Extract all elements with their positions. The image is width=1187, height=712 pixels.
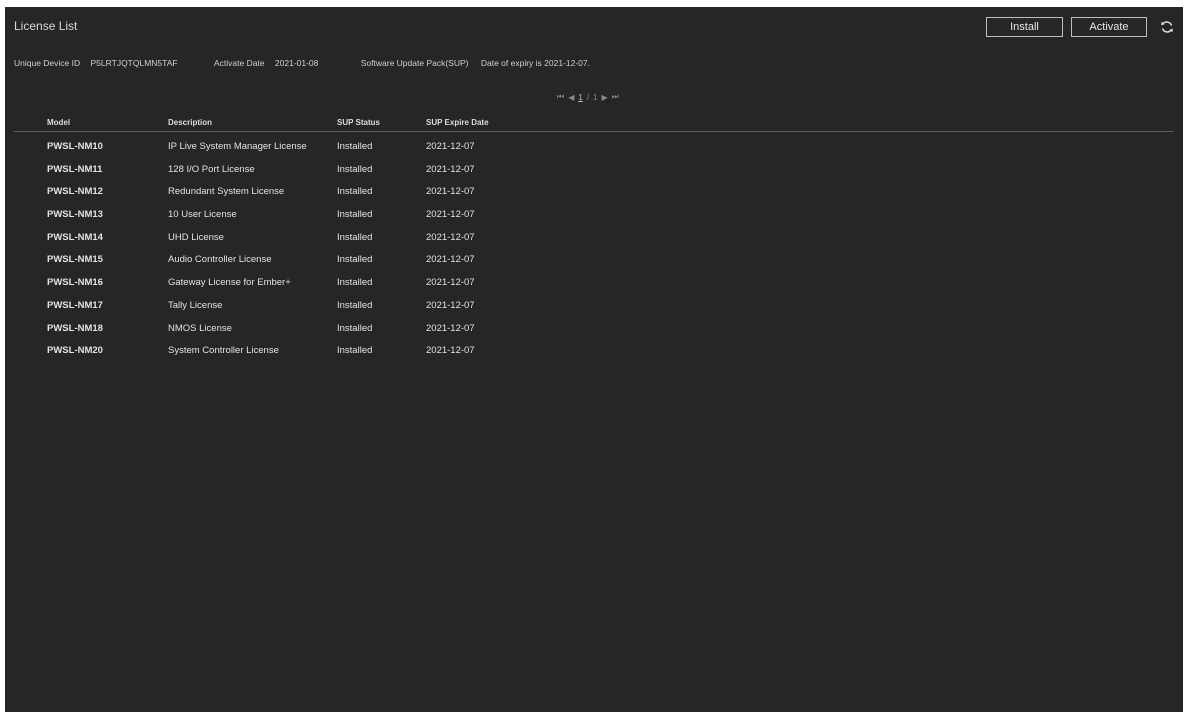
status-cell: Installed <box>337 163 373 175</box>
column-header-sup-status[interactable]: SUP Status <box>337 118 380 127</box>
sup-label: Software Update Pack(SUP) <box>360 58 469 68</box>
prev-page-icon[interactable]: ◀ <box>568 93 574 102</box>
description-cell: Audio Controller License <box>168 254 272 266</box>
refresh-icon-graphic <box>1161 21 1173 33</box>
date-cell: 2021-12-07 <box>426 209 475 221</box>
activate-button[interactable]: Activate <box>1071 17 1147 37</box>
current-page: 1 <box>578 92 583 102</box>
page-separator: / <box>586 92 590 102</box>
column-header-model[interactable]: Model <box>47 118 70 127</box>
status-cell: Installed <box>337 345 373 357</box>
header-actions: Install Activate <box>986 17 1175 37</box>
device-info-row: Unique Device ID P5LRTJQTQLMN5TAF Activa… <box>14 58 590 68</box>
date-cell: 2021-12-07 <box>426 141 475 152</box>
table-row[interactable]: PWSL-NM15 Audio Controller License Insta… <box>14 249 1174 272</box>
date-cell: 2021-12-07 <box>426 163 475 175</box>
license-table-body: PWSL-NM10 IP Live System Manager License… <box>14 136 1174 363</box>
description-cell: Tally License <box>168 299 223 311</box>
table-row[interactable]: PWSL-NM12 Redundant System License Insta… <box>14 181 1174 204</box>
page-title: License List <box>14 19 78 33</box>
status-cell: Installed <box>337 277 373 289</box>
sup-expiry-text: Date of expiry is 2021-12-07. <box>480 58 591 68</box>
model-cell: PWSL-NM14 <box>47 231 103 243</box>
status-cell: Installed <box>337 322 373 334</box>
total-pages: 1 <box>593 92 598 102</box>
model-cell: PWSL-NM10 <box>47 141 103 152</box>
model-cell: PWSL-NM16 <box>47 277 103 289</box>
date-cell: 2021-12-07 <box>426 345 475 357</box>
date-cell: 2021-12-07 <box>426 277 475 289</box>
status-cell: Installed <box>337 209 373 221</box>
model-cell: PWSL-NM13 <box>47 209 103 221</box>
model-cell: PWSL-NM11 <box>47 163 103 175</box>
model-cell: PWSL-NM12 <box>47 186 103 198</box>
license-list-panel: License List Install Activate Unique Dev… <box>5 7 1183 712</box>
next-page-icon[interactable]: ▶ <box>602 93 608 102</box>
table-row[interactable]: PWSL-NM14 UHD License Installed 2021-12-… <box>14 227 1174 250</box>
description-cell: NMOS License <box>168 322 232 334</box>
install-button[interactable]: Install <box>986 17 1063 37</box>
description-cell: 10 User License <box>168 209 237 221</box>
table-row[interactable]: PWSL-NM16 Gateway License for Ember+ Ins… <box>14 272 1174 295</box>
refresh-icon[interactable] <box>1159 19 1175 35</box>
description-cell: 128 I/O Port License <box>168 163 255 175</box>
table-row[interactable]: PWSL-NM11 128 I/O Port License Installed… <box>14 159 1174 182</box>
description-cell: Gateway License for Ember+ <box>168 277 291 289</box>
last-page-icon[interactable]: ⏭ <box>612 92 619 102</box>
description-cell: UHD License <box>168 231 224 243</box>
device-id-value: P5LRTJQTQLMN5TAF <box>90 58 178 68</box>
status-cell: Installed <box>337 254 373 266</box>
column-header-sup-expire-date[interactable]: SUP Expire Date <box>426 118 489 127</box>
description-cell: System Controller License <box>168 345 279 357</box>
table-header: Model Description SUP Status SUP Expire … <box>14 114 1174 132</box>
status-cell: Installed <box>337 299 373 311</box>
status-cell: Installed <box>337 141 373 152</box>
table-row[interactable]: PWSL-NM20 System Controller License Inst… <box>14 340 1174 363</box>
table-row[interactable]: PWSL-NM18 NMOS License Installed 2021-12… <box>14 318 1174 341</box>
model-cell: PWSL-NM15 <box>47 254 103 266</box>
device-id-label: Unique Device ID <box>14 58 81 68</box>
pagination: ⏮ ◀ 1 / 1 ▶ ⏭ <box>557 92 619 102</box>
date-cell: 2021-12-07 <box>426 231 475 243</box>
first-page-icon[interactable]: ⏮ <box>557 92 564 102</box>
table-row[interactable]: PWSL-NM10 IP Live System Manager License… <box>14 136 1174 159</box>
description-cell: Redundant System License <box>168 186 285 198</box>
description-cell: IP Live System Manager License <box>168 141 307 152</box>
column-header-description[interactable]: Description <box>168 118 212 127</box>
model-cell: PWSL-NM20 <box>47 345 103 357</box>
model-cell: PWSL-NM18 <box>47 322 103 334</box>
status-cell: Installed <box>337 186 373 198</box>
date-cell: 2021-12-07 <box>426 322 475 334</box>
status-cell: Installed <box>337 231 373 243</box>
date-cell: 2021-12-07 <box>426 254 475 266</box>
date-cell: 2021-12-07 <box>426 186 475 198</box>
activate-date-label: Activate Date <box>213 58 265 68</box>
table-row[interactable]: PWSL-NM17 Tally License Installed 2021-1… <box>14 295 1174 318</box>
model-cell: PWSL-NM17 <box>47 299 103 311</box>
date-cell: 2021-12-07 <box>426 299 475 311</box>
table-row[interactable]: PWSL-NM13 10 User License Installed 2021… <box>14 204 1174 227</box>
activate-date-value: 2021-01-08 <box>274 58 319 68</box>
